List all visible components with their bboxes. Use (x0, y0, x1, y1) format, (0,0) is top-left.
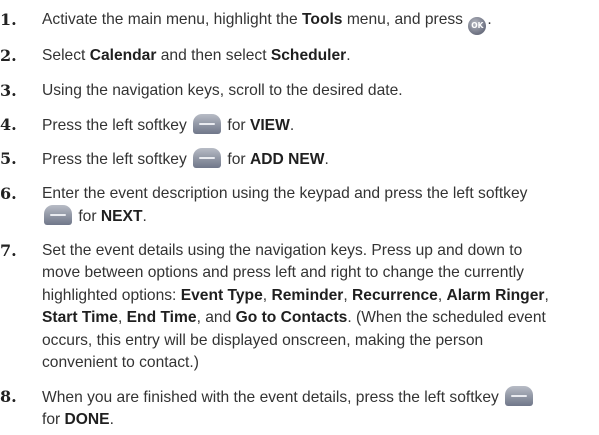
bold-term: Recurrence (352, 286, 438, 304)
text-run: menu, and press (342, 11, 468, 28)
left-softkey-icon (44, 205, 72, 226)
bold-term: ADD NEW (249, 151, 325, 168)
step-number: 2. (0, 46, 17, 65)
bold-term: Scheduler (270, 47, 347, 64)
text-run: Select (42, 47, 90, 64)
text-run: When you are finished with the event det… (42, 389, 504, 406)
step-text: Enter the event description using the ke… (42, 183, 599, 229)
text-run: occurs, this entry will be displayed ons… (42, 331, 484, 349)
text-run: for (74, 208, 101, 226)
text-run: . (142, 208, 147, 226)
text-run: , (117, 309, 127, 327)
text-run: , and (196, 309, 236, 327)
bold-term: NEXT (100, 208, 143, 226)
step-text: Using the navigation keys, scroll to the… (42, 80, 599, 102)
step-text: Press the left softkey for VIEW. (42, 114, 599, 137)
bold-term: Calendar (89, 47, 157, 64)
text-run: highlighted options: (42, 286, 181, 304)
text-run: . (324, 151, 329, 168)
text-run: , (544, 286, 549, 304)
step-text: Activate the main menu, highlight the To… (42, 9, 599, 35)
text-run: . (487, 11, 492, 28)
bold-term: Start Time (42, 309, 118, 327)
bold-term: DONE (64, 411, 110, 429)
step-number: 5. (0, 149, 17, 168)
text-run: . (289, 117, 295, 134)
bold-term: VIEW (249, 117, 290, 134)
text-run: Activate the main menu, highlight the (42, 11, 303, 28)
instruction-page: 1. Activate the main menu, highlight the… (0, 0, 599, 435)
bold-term: Tools (302, 11, 343, 28)
text-run: Press the left softkey (42, 117, 192, 134)
text-run: for (223, 117, 250, 134)
step-text: When you are finished with the event det… (42, 386, 599, 432)
text-run: convenient to contact.) (42, 354, 199, 372)
text-run: Using the navigation keys, scroll to the… (42, 82, 403, 99)
text-run: for (42, 411, 65, 429)
step-number: 6. (0, 184, 17, 203)
bold-term: Event Type (180, 286, 263, 304)
step-number: 7. (0, 241, 17, 260)
left-softkey-icon (193, 114, 222, 134)
bold-term: Reminder (271, 286, 344, 304)
bold-term: Alarm Ringer (446, 286, 545, 304)
step-text: Select Calendar and then select Schedule… (42, 45, 599, 67)
text-run: . (When the scheduled event (347, 309, 546, 327)
step-number: 1. (0, 10, 17, 29)
text-run: move between options and press left and … (42, 264, 524, 282)
bold-term: End Time (126, 309, 197, 327)
step-text: Set the event details using the navigati… (42, 240, 599, 374)
step-number: 4. (0, 115, 17, 134)
bold-term: Go to Contacts (235, 309, 348, 327)
text-run: , (343, 286, 353, 304)
step-number: 3. (0, 81, 17, 100)
text-run: Press the left softkey (42, 151, 192, 168)
text-run: for (223, 151, 250, 168)
ok-button-icon: OK (468, 17, 487, 35)
text-run: and then select (156, 47, 271, 64)
left-softkey-icon (193, 148, 222, 168)
step-text: Press the left softkey for ADD NEW. (42, 148, 599, 171)
text-run: Set the event details using the navigati… (42, 242, 523, 259)
left-softkey-icon (505, 386, 534, 406)
text-run: Enter the event description using the ke… (42, 185, 528, 202)
step-number: 8. (0, 387, 17, 406)
text-run: . (346, 47, 351, 64)
text-run: , (437, 286, 447, 304)
text-run: . (109, 411, 114, 429)
